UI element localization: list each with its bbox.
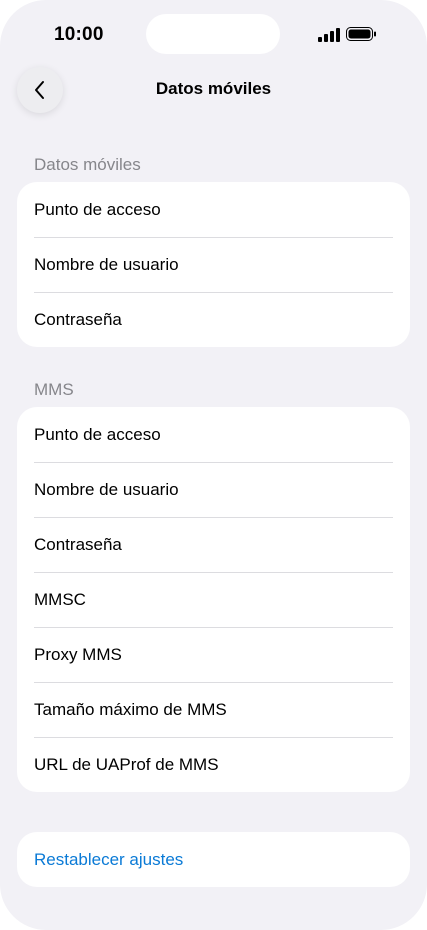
data-password-row[interactable]: Contraseña <box>17 292 410 347</box>
mms-uaprof-url-row[interactable]: URL de UAProf de MMS <box>17 737 410 792</box>
battery-icon <box>346 27 376 41</box>
data-username-row[interactable]: Nombre de usuario <box>17 237 410 292</box>
status-bar: 10:00 <box>0 0 427 70</box>
data-apn-row[interactable]: Punto de acceso <box>17 182 410 237</box>
page-title: Datos móviles <box>155 79 272 98</box>
reset-group: Restablecer ajustes <box>17 832 410 887</box>
cellular-signal-icon <box>318 28 340 42</box>
mms-apn-row[interactable]: Punto de acceso <box>17 407 410 462</box>
phone-screen: 10:00 Datos móviles Datos móviles Punto … <box>0 0 427 930</box>
section-header-mms: MMS <box>34 380 74 399</box>
mms-proxy-row[interactable]: Proxy MMS <box>17 627 410 682</box>
navigation-bar: Datos móviles <box>0 62 427 118</box>
mms-max-size-row[interactable]: Tamaño máximo de MMS <box>17 682 410 737</box>
mms-username-row[interactable]: Nombre de usuario <box>17 462 410 517</box>
mms-password-row[interactable]: Contraseña <box>17 517 410 572</box>
data-settings-group: Punto de acceso Nombre de usuario Contra… <box>17 182 410 347</box>
mmsc-row[interactable]: MMSC <box>17 572 410 627</box>
mms-settings-group: Punto de acceso Nombre de usuario Contra… <box>17 407 410 792</box>
dynamic-island <box>146 14 280 54</box>
section-header-data: Datos móviles <box>34 155 141 174</box>
status-time: 10:00 <box>54 24 104 45</box>
reset-settings-button[interactable]: Restablecer ajustes <box>17 832 410 887</box>
